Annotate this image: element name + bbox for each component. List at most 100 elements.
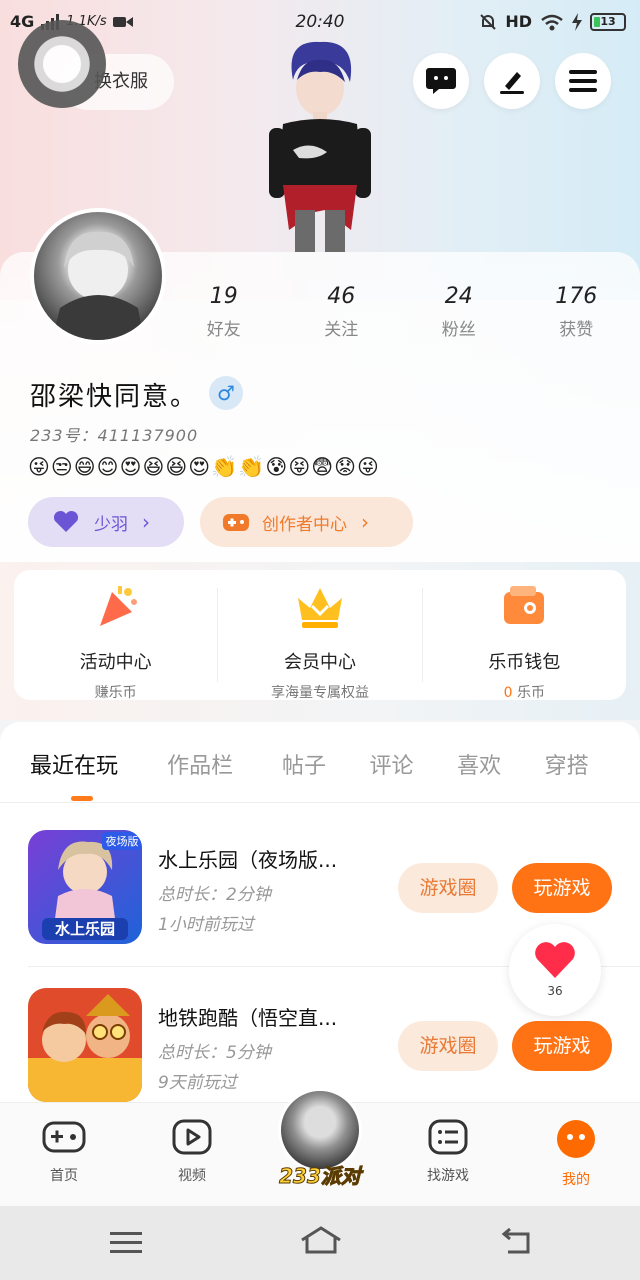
thumb-tag: 夜场版 (106, 834, 139, 848)
nav-find-games[interactable]: 找游戏 (400, 1119, 496, 1185)
gamepad-icon (42, 1121, 86, 1153)
wallet-balance: 0 (503, 685, 513, 701)
badge-button[interactable]: 少羽 › (28, 497, 184, 547)
tab-works[interactable]: 作品栏 (167, 748, 282, 780)
profile-name: 邵梁快同意。 (30, 382, 199, 412)
game-title: 地铁跑酷（悟空直... (158, 1006, 338, 1030)
stat-value: 19 (209, 284, 238, 309)
stat-friends[interactable]: 19 好友 (165, 284, 283, 340)
recent-apps-icon[interactable] (110, 1230, 142, 1256)
game-circle-button[interactable]: 游戏圈 (398, 1021, 498, 1071)
like-float-button[interactable]: 36 (509, 924, 601, 1016)
chevron-right-icon: › (142, 510, 150, 534)
play-game-button[interactable]: 玩游戏 (512, 1021, 612, 1071)
game-circle-button[interactable]: 游戏圈 (398, 863, 498, 913)
battery-icon: 13 (590, 12, 626, 31)
app-screen: 4G 1.1K/s 20:40 HD 13 换衣服 19 好友 46 关注 24… (0, 0, 640, 1280)
avatar-3d-figure[interactable] (255, 40, 385, 252)
wallet-icon (504, 586, 545, 624)
crown-icon (297, 588, 342, 628)
chevron-right-icon: › (361, 510, 369, 534)
stat-followers[interactable]: 24 粉丝 (400, 284, 518, 340)
stat-following[interactable]: 46 关注 (283, 284, 401, 340)
nav-label: 视频 (178, 1168, 206, 1184)
menu-button[interactable] (555, 53, 611, 109)
quick-links-card: 活动中心 赚乐币 会员中心 享海量专属权益 乐币钱包 0 乐币 (14, 570, 626, 702)
member-center-link[interactable]: 会员中心 享海量专属权益 (218, 570, 421, 701)
game-last-played: 1小时前玩过 (158, 915, 254, 935)
tab-likes[interactable]: 喜欢 (457, 748, 545, 780)
heart-icon (535, 942, 575, 978)
nav-video[interactable]: 视频 (144, 1119, 240, 1185)
stat-label: 粉丝 (441, 320, 476, 340)
list-icon (428, 1119, 468, 1155)
edit-profile-button[interactable] (484, 53, 540, 109)
tab-outfits[interactable]: 穿搭 (545, 748, 640, 780)
profile-stats: 19 好友 46 关注 24 粉丝 176 获赞 (165, 284, 635, 340)
party-popper-icon (99, 586, 137, 626)
stat-label: 获赞 (559, 320, 594, 340)
profile-signature: 😜😒😄😊😍😆😆😍👏👏😰😝😨😟😜 (28, 455, 380, 479)
avatar-portrait (52, 231, 144, 340)
stat-label: 好友 (206, 320, 241, 340)
stat-label: 关注 (324, 320, 359, 340)
game-duration: 总时长：5分钟 (158, 1043, 271, 1063)
play-game-button[interactable]: 玩游戏 (512, 863, 612, 913)
tab-comments[interactable]: 评论 (370, 748, 458, 780)
tab-posts[interactable]: 帖子 (282, 748, 370, 780)
game-thumbnail[interactable] (28, 988, 142, 1102)
purple-heart-icon (53, 510, 79, 532)
hd-indicator: HD (505, 12, 532, 31)
nav-label: 首页 (50, 1168, 78, 1184)
wifi-icon (541, 14, 563, 30)
badge-label: 少羽 (94, 514, 128, 535)
game-thumbnail[interactable]: 夜场版 水上乐园 (28, 830, 142, 944)
quick-title: 活动中心 (79, 652, 152, 673)
nav-party-label[interactable]: 233派对 (272, 1160, 368, 1189)
tab-divider (0, 802, 640, 803)
wallet-link[interactable]: 乐币钱包 0 乐币 (423, 570, 626, 702)
game-duration: 总时长：2分钟 (158, 885, 271, 905)
nav-label: 找游戏 (427, 1168, 469, 1184)
profile-avatar[interactable] (30, 208, 166, 344)
creator-center-label: 创作者中心 (262, 514, 347, 535)
male-gender-icon: ♂ (209, 376, 243, 410)
nav-profile[interactable]: 我的 (528, 1119, 624, 1189)
stat-value: 24 (444, 284, 473, 309)
message-button[interactable] (413, 53, 469, 109)
pen-icon (500, 72, 524, 94)
nav-home[interactable]: 首页 (16, 1119, 112, 1185)
system-nav-bar (0, 1206, 640, 1280)
profile-dots-icon (557, 1120, 595, 1158)
subway-surfers-thumbnail (28, 988, 142, 1102)
quick-title: 乐币钱包 (488, 652, 561, 673)
stat-value: 46 (327, 284, 356, 309)
quick-subtitle: 0 乐币 (423, 682, 626, 702)
game-last-played: 9天前玩过 (158, 1073, 237, 1093)
chat-bubble-icon (426, 68, 456, 94)
game-title: 水上乐园（夜场版... (158, 848, 338, 872)
like-count: 36 (547, 984, 563, 998)
tab-recently-played[interactable]: 最近在玩 (30, 748, 167, 780)
stat-likes[interactable]: 176 获赞 (518, 284, 636, 340)
wallet-unit: 乐币 (517, 685, 545, 701)
profile-uid[interactable]: 233号：411137900 (30, 422, 198, 446)
mute-bell-icon (480, 13, 497, 30)
profile-tabs: 最近在玩 作品栏 帖子 评论 喜欢 穿搭 (0, 748, 640, 780)
water-park-thumbnail: 夜场版 水上乐园 (28, 830, 142, 944)
status-right: HD 13 (479, 12, 626, 31)
hamburger-menu-icon (569, 70, 597, 92)
active-tab-indicator (71, 796, 93, 801)
activity-center-link[interactable]: 活动中心 赚乐币 (14, 570, 217, 701)
creator-center-button[interactable]: 创作者中心 › (200, 497, 413, 547)
quick-subtitle: 享海量专属权益 (270, 685, 369, 701)
thumb-label: 水上乐园 (55, 920, 115, 938)
nav-label: 我的 (562, 1172, 590, 1188)
gamepad-icon (223, 514, 249, 531)
quick-subtitle: 赚乐币 (94, 685, 137, 701)
back-icon[interactable] (500, 1228, 532, 1256)
home-icon[interactable] (300, 1226, 342, 1258)
floating-assistant-bubble[interactable] (18, 20, 106, 108)
video-play-icon (172, 1119, 212, 1155)
quick-title: 会员中心 (283, 652, 356, 673)
